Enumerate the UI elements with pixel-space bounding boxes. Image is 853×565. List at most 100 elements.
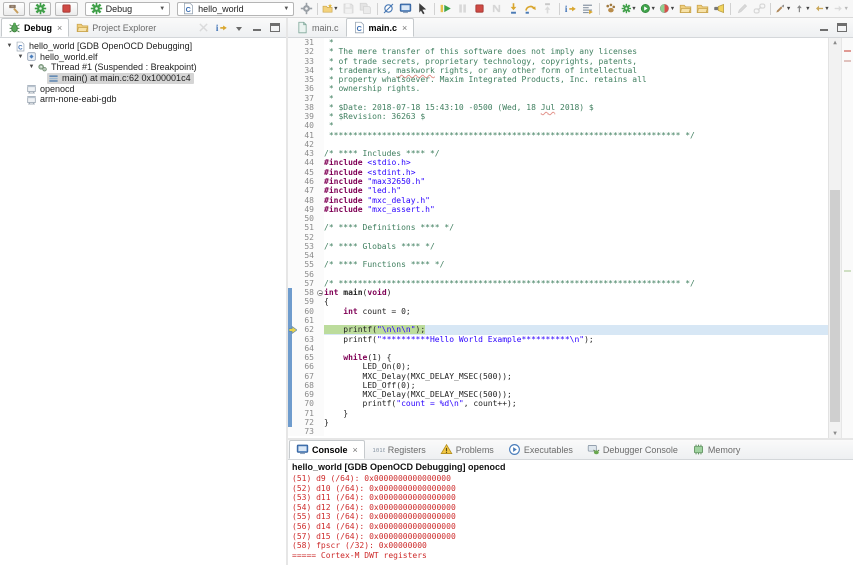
tab-memory[interactable]: Memory xyxy=(685,440,748,459)
overview-ruler[interactable] xyxy=(841,38,853,438)
editor-line-55[interactable]: 55/* **** Functions **** */ xyxy=(288,260,828,269)
editor-line-68[interactable]: 68 LED_Off(0); xyxy=(288,381,828,390)
tab-problems[interactable]: Problems xyxy=(433,440,501,459)
profile-as-button[interactable] xyxy=(603,1,619,16)
editor-line-41[interactable]: 41 *************************************… xyxy=(288,131,828,140)
editor-line-69[interactable]: 69 MXC_Delay(MXC_DELAY_MSEC(500)); xyxy=(288,390,828,399)
last-edit-location-button[interactable]: ▼ xyxy=(774,1,792,16)
tab-executables[interactable]: Executables xyxy=(501,440,580,459)
editor-line-46[interactable]: 46#include "max32650.h" xyxy=(288,177,828,186)
editor-line-32[interactable]: 32 * The mere transfer of this software … xyxy=(288,47,828,56)
editor-line-73[interactable]: 73 xyxy=(288,427,828,436)
close-icon[interactable]: × xyxy=(402,23,407,33)
tab-project-explorer[interactable]: Project Explorer xyxy=(69,18,163,37)
tab-registers[interactable]: 1010Registers xyxy=(365,440,433,459)
stop-launch-button[interactable] xyxy=(55,2,77,16)
open-console-button[interactable] xyxy=(398,1,414,16)
code-editor[interactable]: 31 *32 * The mere transfer of this softw… xyxy=(288,38,853,438)
editor-line-58[interactable]: 58int main(void) xyxy=(288,288,828,297)
expander-icon[interactable]: ▼ xyxy=(5,43,14,49)
editor-line-48[interactable]: 48#include "mxc_delay.h" xyxy=(288,196,828,205)
minimize-view-button[interactable] xyxy=(249,20,265,35)
debug-tree-item[interactable]: arm-none-eabi-gdb xyxy=(2,94,286,105)
debug-tree-item[interactable]: openocd xyxy=(2,83,286,94)
editor-line-52[interactable]: 52 xyxy=(288,233,828,242)
editor-line-53[interactable]: 53/* **** Globals **** */ xyxy=(288,242,828,251)
editor-line-57[interactable]: 57/* ***********************************… xyxy=(288,279,828,288)
coverage-as-button[interactable]: ▼ xyxy=(658,1,676,16)
editor-line-37[interactable]: 37 * xyxy=(288,94,828,103)
editor-scrollbar[interactable]: ▲ ▼ xyxy=(828,38,841,438)
expander-icon[interactable]: ▼ xyxy=(16,54,25,60)
editor-line-44[interactable]: 44#include <stdio.h> xyxy=(288,158,828,167)
editor-line-63[interactable]: 63 printf("**********Hello World Example… xyxy=(288,335,828,344)
minimize-editor-button[interactable] xyxy=(816,20,832,35)
annotation-mark[interactable] xyxy=(844,50,851,52)
scroll-down-arrow[interactable]: ▼ xyxy=(829,430,841,437)
step-into-button[interactable] xyxy=(506,1,522,16)
terminate-button[interactable] xyxy=(472,1,488,16)
editor-line-33[interactable]: 33 * of trade secrets, proprietary techn… xyxy=(288,57,828,66)
launch-target-combo[interactable]: Chello_world▼ xyxy=(177,2,294,16)
editor-line-62[interactable]: 62 printf("\n\n\n"); xyxy=(288,325,828,334)
use-step-filters-button[interactable] xyxy=(580,1,596,16)
editor-line-72[interactable]: 72} xyxy=(288,418,828,427)
editor-line-42[interactable]: 42 xyxy=(288,140,828,149)
editor-line-38[interactable]: 38 * $Date: 2018-07-18 15:43:10 -0500 (W… xyxy=(288,103,828,112)
annotation-mark[interactable] xyxy=(844,270,851,272)
skip-all-breakpoints-button[interactable] xyxy=(381,1,397,16)
editor-line-47[interactable]: 47#include "led.h" xyxy=(288,186,828,195)
scrollbar-thumb[interactable] xyxy=(830,190,840,422)
run-to-line-button[interactable]: i xyxy=(563,1,579,16)
editor-line-70[interactable]: 70 printf("count = %d\n", count++); xyxy=(288,399,828,408)
open-resource-button[interactable] xyxy=(694,1,710,16)
editor-line-66[interactable]: 66 LED_On(0); xyxy=(288,362,828,371)
restart-button[interactable]: i xyxy=(213,20,229,35)
editor-line-31[interactable]: 31 * xyxy=(288,38,828,47)
tab-main-c[interactable]: main.c xyxy=(289,18,346,37)
tab-main-c[interactable]: Cmain.c× xyxy=(346,18,415,37)
debug-tree-item[interactable]: ▼hello_world.elf xyxy=(2,52,286,63)
resume-button[interactable] xyxy=(438,1,454,16)
debug-tree-item[interactable]: main() at main.c:62 0x100001c4 xyxy=(2,73,286,84)
debug-launch-button[interactable] xyxy=(29,2,51,16)
tab-console[interactable]: Console× xyxy=(289,440,365,459)
editor-line-67[interactable]: 67 MXC_Delay(MXC_DELAY_MSEC(500)); xyxy=(288,372,828,381)
editor-line-35[interactable]: 35 * property whatsoever. Maxim Integrat… xyxy=(288,75,828,84)
view-menu-button[interactable] xyxy=(231,20,247,35)
next-annotation-button[interactable]: ▼ xyxy=(793,1,811,16)
debug-tree-item[interactable]: ▼Thread #1 (Suspended : Breakpoint) xyxy=(2,62,286,73)
editor-line-49[interactable]: 49#include "mxc_assert.h" xyxy=(288,205,828,214)
back-button[interactable]: ▼ xyxy=(813,1,831,16)
annotation-mark[interactable] xyxy=(844,60,851,62)
code-area[interactable]: 31 *32 * The mere transfer of this softw… xyxy=(288,38,828,438)
launch-settings-button[interactable] xyxy=(298,1,314,16)
expander-icon[interactable]: ▼ xyxy=(27,64,36,70)
editor-line-40[interactable]: 40 * xyxy=(288,121,828,130)
editor-line-61[interactable]: 61 xyxy=(288,316,828,325)
maximize-editor-button[interactable] xyxy=(834,20,850,35)
editor-line-39[interactable]: 39 * $Revision: 36263 $ xyxy=(288,112,828,121)
build-button[interactable] xyxy=(3,2,25,16)
run-as-button[interactable]: ▼ xyxy=(639,1,657,16)
console-output[interactable]: (51) d9 (/64): 0x0000000000000000(52) d1… xyxy=(288,473,853,565)
editor-line-59[interactable]: 59{ xyxy=(288,297,828,306)
search-button[interactable] xyxy=(711,1,727,16)
editor-line-56[interactable]: 56 xyxy=(288,270,828,279)
tab-debugger-console[interactable]: Debugger Console xyxy=(580,440,685,459)
new-wizard-button[interactable]: ▼ xyxy=(321,1,339,16)
editor-line-71[interactable]: 71 } xyxy=(288,409,828,418)
scroll-up-arrow[interactable]: ▲ xyxy=(829,39,841,46)
close-icon[interactable]: × xyxy=(57,23,62,33)
tab-debug[interactable]: Debug× xyxy=(1,18,69,37)
editor-line-60[interactable]: 60 int count = 0; xyxy=(288,307,828,316)
maximize-view-button[interactable] xyxy=(267,20,283,35)
select-tool-button[interactable] xyxy=(415,1,431,16)
launch-mode-combo[interactable]: Debug▼ xyxy=(85,2,171,16)
editor-line-34[interactable]: 34 * trademarks, maskwork rights, or any… xyxy=(288,66,828,75)
open-type-button[interactable] xyxy=(677,1,693,16)
debug-tree-item[interactable]: ▼Chello_world [GDB OpenOCD Debugging] xyxy=(2,41,286,52)
fold-minus-icon[interactable] xyxy=(316,288,324,297)
editor-line-54[interactable]: 54 xyxy=(288,251,828,260)
editor-line-45[interactable]: 45#include <stdint.h> xyxy=(288,168,828,177)
